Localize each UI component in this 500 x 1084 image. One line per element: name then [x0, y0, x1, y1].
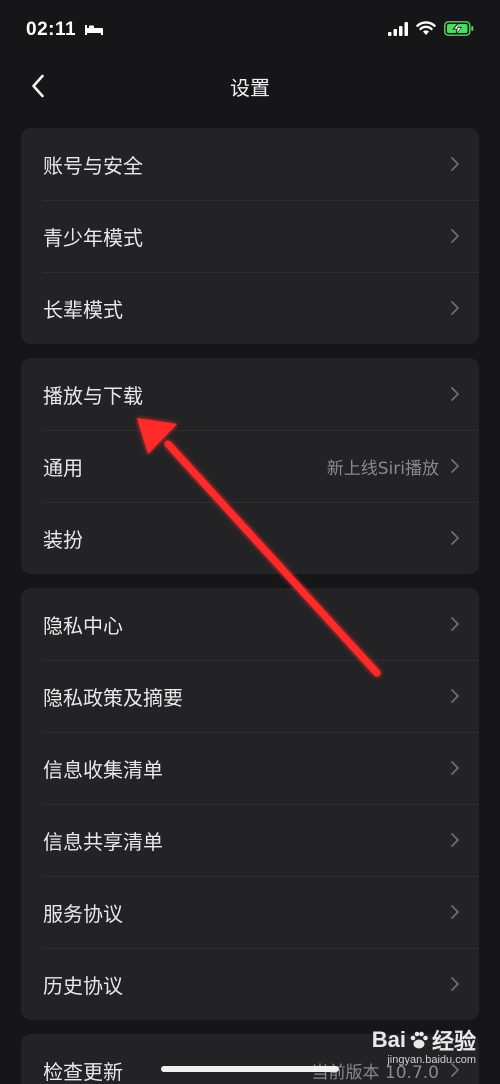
settings-row-appearance[interactable]: 装扮: [21, 502, 479, 574]
baidu-jingyan-watermark: Bai 经验 jingyan.baidu.com: [372, 1024, 476, 1066]
battery-charging-icon: [444, 20, 474, 40]
chevron-right-icon: [451, 761, 459, 775]
status-bar: 02:11: [0, 0, 500, 60]
sleep-bed-icon: [84, 21, 104, 40]
settings-row-privacy-center[interactable]: 隐私中心: [21, 588, 479, 660]
paw-icon: [410, 1031, 428, 1049]
row-label: 历史协议: [43, 973, 123, 998]
watermark-brand: Bai 经验: [371, 1027, 476, 1054]
settings-row-account-security[interactable]: 账号与安全: [21, 128, 479, 200]
signal-icon: [388, 21, 408, 40]
settings-row-general[interactable]: 通用 新上线Siri播放: [21, 430, 479, 502]
chevron-right-icon: [451, 229, 459, 243]
settings-group-playback: 播放与下载 通用 新上线Siri播放 装扮: [21, 358, 479, 574]
chevron-left-icon: [32, 74, 44, 98]
settings-row-info-collection[interactable]: 信息收集清单: [21, 732, 479, 804]
chevron-right-icon: [451, 617, 459, 631]
row-label: 信息共享清单: [43, 829, 163, 854]
back-button[interactable]: [22, 70, 54, 102]
chevron-right-icon: [451, 977, 459, 991]
page-title: 设置: [230, 75, 270, 100]
status-left: 02:11: [26, 19, 104, 41]
settings-group-account: 账号与安全 青少年模式 长辈模式: [21, 128, 479, 344]
row-label: 服务协议: [43, 901, 123, 926]
row-label: 装扮: [43, 527, 83, 552]
settings-row-history-agreement[interactable]: 历史协议: [21, 948, 479, 1020]
row-label: 检查更新: [43, 1059, 123, 1084]
row-label: 隐私政策及摘要: [43, 685, 183, 710]
settings-row-service-agreement[interactable]: 服务协议: [21, 876, 479, 948]
chevron-right-icon: [451, 157, 459, 171]
row-label: 信息收集清单: [43, 757, 163, 782]
chevron-right-icon: [451, 301, 459, 315]
chevron-right-icon: [451, 905, 459, 919]
row-label: 账号与安全: [43, 153, 143, 178]
row-label: 播放与下载: [43, 383, 143, 408]
settings-group-privacy: 隐私中心 隐私政策及摘要 信息收集清单 信息共享清单 服务协议 历史协议: [21, 588, 479, 1020]
status-time: 02:11: [26, 19, 77, 40]
row-label: 长辈模式: [43, 297, 123, 322]
chevron-right-icon: [451, 387, 459, 401]
nav-bar: 设置: [0, 60, 500, 112]
chevron-right-icon: [451, 833, 459, 847]
home-indicator: [161, 1066, 339, 1072]
row-label: 通用: [43, 455, 83, 480]
row-label: 青少年模式: [43, 225, 143, 250]
chevron-right-icon: [451, 459, 459, 473]
row-label: 隐私中心: [43, 613, 123, 638]
settings-row-playback-download[interactable]: 播放与下载: [21, 358, 479, 430]
chevron-right-icon: [451, 531, 459, 545]
settings-row-privacy-policy[interactable]: 隐私政策及摘要: [21, 660, 479, 732]
settings-row-elder-mode[interactable]: 长辈模式: [21, 272, 479, 344]
settings-row-info-sharing[interactable]: 信息共享清单: [21, 804, 479, 876]
settings-row-teen-mode[interactable]: 青少年模式: [21, 200, 479, 272]
status-right: [388, 20, 474, 40]
watermark-url: jingyan.baidu.com: [387, 1054, 476, 1066]
chevron-right-icon: [451, 689, 459, 703]
wifi-icon: [416, 20, 436, 40]
row-value: 新上线Siri播放: [326, 458, 439, 479]
